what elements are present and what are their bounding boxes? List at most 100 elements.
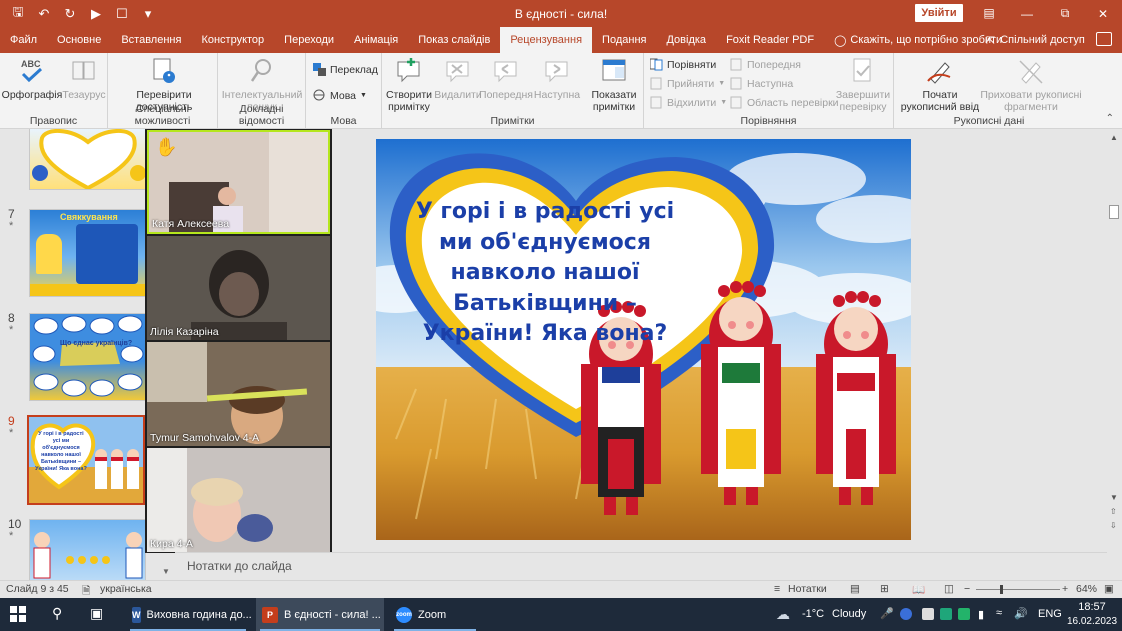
fit-slide-icon[interactable]: ▣: [1104, 583, 1114, 595]
wifi-icon[interactable]: ≈: [996, 607, 1002, 619]
end-review-button[interactable]: Завершити перевірку: [834, 56, 892, 113]
save-icon[interactable]: 🖫: [6, 3, 30, 25]
tray-app-icon[interactable]: [940, 608, 952, 620]
slide-thumbnail-8[interactable]: Що єднає українців?: [29, 313, 146, 401]
accept-button[interactable]: Прийняти ▼: [650, 77, 725, 90]
undo-icon[interactable]: ↶: [32, 3, 56, 25]
zoom-slider-thumb[interactable]: [1000, 585, 1003, 594]
app-tray-icon[interactable]: [900, 608, 912, 620]
slide-thumbnail-9[interactable]: У горі і в радості усі ми об'єднуємося н…: [27, 415, 145, 505]
notes-pane[interactable]: Нотатки до слайда: [175, 552, 1107, 578]
previous-change-button[interactable]: Попередня: [730, 58, 801, 71]
normal-view-icon[interactable]: ▤: [850, 583, 860, 595]
cloud-weather-icon[interactable]: ☁: [776, 606, 790, 623]
scroll-down-icon[interactable]: ▼: [1110, 493, 1118, 502]
ribbon-display-options-icon[interactable]: ▤: [978, 3, 1000, 23]
collapse-ribbon-icon[interactable]: ⌃: [1106, 113, 1114, 124]
weather-text[interactable]: Cloudy: [832, 608, 866, 620]
volume-icon[interactable]: 🔊: [1014, 607, 1028, 620]
slide-scrollbar[interactable]: ▲ ▼ ⇧ ⇩: [1107, 129, 1122, 536]
taskbar-item-word[interactable]: W Виховна година до...: [126, 598, 252, 631]
tab-file[interactable]: Файл: [0, 27, 47, 53]
tab-review[interactable]: Рецензування: [500, 27, 593, 53]
tab-insert[interactable]: Вставлення: [111, 27, 191, 53]
scroll-up-icon[interactable]: ▲: [1110, 133, 1118, 142]
zoom-video-panel[interactable]: ✋ Катя Алексеева Лілія Казаріна Tymur Sa…: [145, 129, 332, 553]
delete-comment-icon: [443, 56, 473, 86]
participant-tile[interactable]: ✋ Катя Алексеева: [147, 130, 330, 234]
reject-button[interactable]: Відхилити ▼: [650, 96, 727, 109]
minimize-icon[interactable]: —: [1008, 0, 1046, 27]
tab-transitions[interactable]: Переходи: [274, 27, 344, 53]
thesaurus-button[interactable]: Тезаурус: [62, 56, 106, 101]
slide-thumbnail-10[interactable]: [29, 519, 146, 580]
raised-hand-icon: ✋: [155, 137, 178, 157]
scroll-thumb[interactable]: [1109, 205, 1119, 219]
translate-button[interactable]: Переклад: [313, 63, 378, 76]
tray-app-icon[interactable]: [922, 608, 934, 620]
reading-view-icon[interactable]: 📖: [912, 583, 925, 596]
taskbar-item-zoom[interactable]: zoom Zoom: [390, 598, 480, 631]
clock-time[interactable]: 18:57: [1072, 601, 1112, 613]
scroll-down-icon[interactable]: ▼: [162, 567, 170, 576]
language-button[interactable]: Мова ▼: [313, 89, 367, 102]
present-from-start-icon[interactable]: ▶: [84, 3, 108, 25]
tab-animations[interactable]: Анімація: [344, 27, 408, 53]
slide-sorter-icon[interactable]: ⊞: [880, 583, 889, 595]
close-icon[interactable]: ✕: [1084, 0, 1122, 27]
weather-temp[interactable]: -1°C: [802, 608, 824, 620]
previous-comment-button[interactable]: Попередня: [479, 56, 533, 101]
clock-date[interactable]: 16.02.2023: [1066, 616, 1118, 627]
participant-tile[interactable]: Лілія Казаріна: [147, 236, 330, 340]
language-status[interactable]: українська: [100, 583, 152, 595]
reviewing-pane-icon: [730, 96, 743, 109]
customize-qat-icon[interactable]: ▾: [136, 3, 160, 25]
slideshow-view-icon[interactable]: ◫: [944, 583, 954, 595]
touch-mode-icon[interactable]: ☐: [110, 3, 134, 25]
previous-slide-icon[interactable]: ⇧: [1110, 507, 1117, 516]
participant-tile[interactable]: Tymur Samohvalov 4-A: [147, 342, 330, 446]
tab-view[interactable]: Подання: [592, 27, 656, 53]
start-inking-button[interactable]: Почати рукописний ввід: [898, 56, 982, 113]
next-change-button[interactable]: Наступна: [730, 77, 793, 90]
compare-button[interactable]: Порівняти: [650, 58, 716, 71]
battery-icon[interactable]: ▮: [978, 608, 984, 621]
participant-tile[interactable]: Кира 4-А: [147, 448, 330, 552]
new-comment-button[interactable]: Створити примітку: [384, 56, 434, 113]
sign-in-button[interactable]: Увійти: [915, 4, 963, 22]
next-comment-button[interactable]: Наступна: [532, 56, 582, 101]
comments-icon[interactable]: [1096, 32, 1112, 46]
slide-thumbnail-7[interactable]: Свяккування: [29, 209, 146, 297]
tray-app-icon[interactable]: [958, 608, 970, 620]
spelling-button[interactable]: ABC Орфографія: [2, 56, 63, 101]
zoom-in-icon[interactable]: +: [1062, 583, 1068, 595]
task-view-icon[interactable]: ▣: [90, 605, 103, 622]
participant-name: Tymur Samohvalov 4-A: [150, 432, 260, 444]
notes-toggle-button[interactable]: Нотатки: [788, 583, 827, 595]
tell-me-search[interactable]: ◯ Скажіть, що потрібно зробити: [824, 27, 1012, 53]
restore-icon[interactable]: ⧉: [1046, 0, 1084, 27]
hide-ink-button[interactable]: Приховати рукописні фрагменти: [980, 56, 1082, 113]
zoom-slider-track[interactable]: [976, 589, 1060, 590]
notes-toggle-icon[interactable]: ≡: [774, 583, 780, 595]
next-slide-icon[interactable]: ⇩: [1110, 521, 1117, 530]
slide-thumbnail-6[interactable]: [29, 129, 146, 190]
reviewing-pane-button[interactable]: Область перевірки: [730, 96, 839, 109]
input-language[interactable]: ENG: [1038, 608, 1062, 620]
show-comments-button[interactable]: Показати примітки: [587, 56, 641, 113]
tab-help[interactable]: Довідка: [656, 27, 716, 53]
taskbar-item-powerpoint[interactable]: P В єдності - сила! ...: [256, 598, 384, 631]
tab-foxit[interactable]: Foxit Reader PDF: [716, 27, 824, 53]
zoom-out-icon[interactable]: −: [964, 583, 970, 595]
tab-home[interactable]: Основне: [47, 27, 111, 53]
delete-comment-button[interactable]: Видалити: [434, 56, 482, 101]
windows-start-icon[interactable]: [10, 606, 26, 625]
zoom-level[interactable]: 64%: [1076, 583, 1097, 595]
search-icon[interactable]: ⚲: [52, 605, 62, 622]
share-button[interactable]: ⇱ Спільний доступ: [986, 27, 1085, 53]
tab-design[interactable]: Конструктор: [191, 27, 274, 53]
redo-icon[interactable]: ↻: [58, 3, 82, 25]
microphone-icon[interactable]: 🎤: [880, 607, 894, 620]
slide-title-text[interactable]: У горі і в радості усі ми об'єднуємося н…: [405, 197, 685, 350]
tab-slideshow[interactable]: Показ слайдів: [408, 27, 500, 53]
